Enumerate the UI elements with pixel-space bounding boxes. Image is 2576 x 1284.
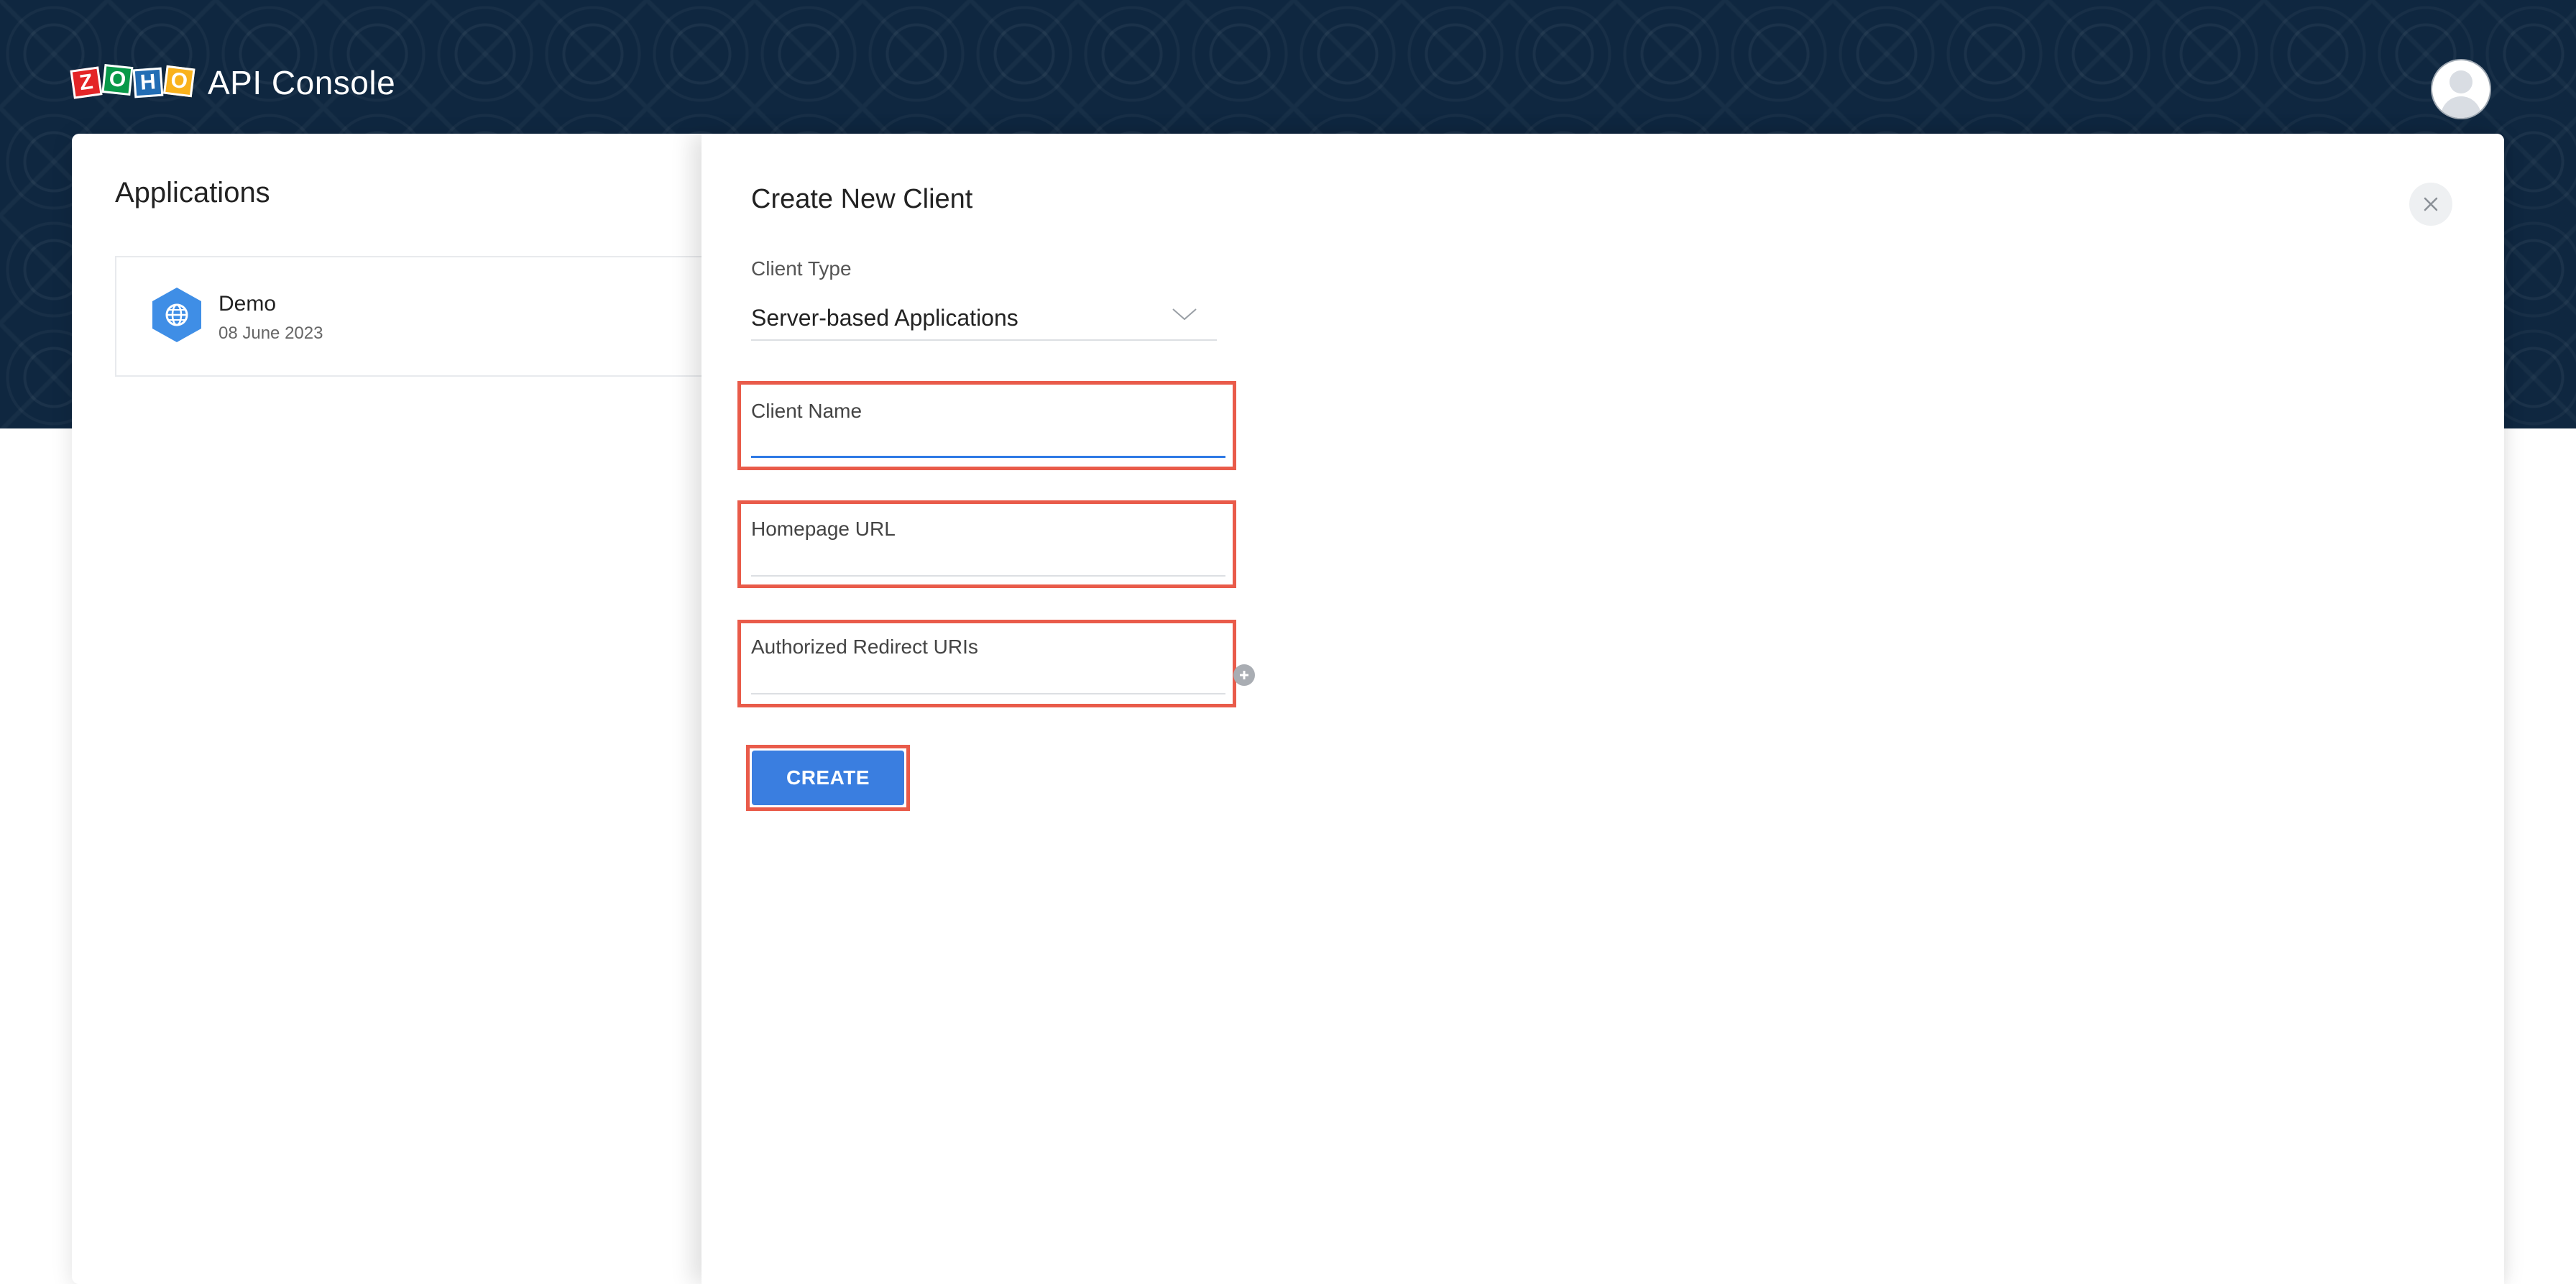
client-type-value: Server-based Applications [751,305,1018,331]
logo-letter-h: H [132,67,164,98]
close-button[interactable] [2409,183,2452,226]
plus-icon [1240,671,1248,679]
globe-icon [152,288,201,342]
client-type-underline [751,339,1217,341]
add-redirect-uri-button[interactable] [1233,664,1255,686]
zoho-logo: Z O H O [70,64,196,99]
redirect-uris-input[interactable] [751,663,1225,692]
user-avatar-icon[interactable] [2432,60,2490,118]
chevron-down-icon [1172,308,1197,321]
client-name-label: Client Name [751,400,862,422]
create-button[interactable]: CREATE [752,751,904,805]
redirect-uris-underline [751,693,1225,694]
application-name: Demo [218,292,277,316]
redirect-uris-label: Authorized Redirect URIs [751,636,978,658]
homepage-url-label: Homepage URL [751,518,896,540]
avatar-shoulders [2441,96,2481,118]
logo-letter-o2: O [162,65,196,98]
logo-letter-o: O [101,64,134,96]
application-item[interactable]: Demo 08 June 2023 [115,256,719,377]
close-icon [2424,197,2438,211]
logo-letter-z: Z [70,66,103,99]
homepage-url-input[interactable] [751,545,1225,574]
client-type-label: Client Type [751,257,852,280]
brand[interactable]: Z O H O API Console [70,63,396,102]
homepage-url-underline [751,575,1225,577]
app-title: API Console [208,64,396,101]
client-name-underline [751,456,1225,458]
client-name-input[interactable] [751,427,1225,456]
applications-title: Applications [115,177,270,208]
application-date: 08 June 2023 [218,324,323,343]
avatar-head [2450,70,2472,93]
panel-title: Create New Client [751,184,973,214]
